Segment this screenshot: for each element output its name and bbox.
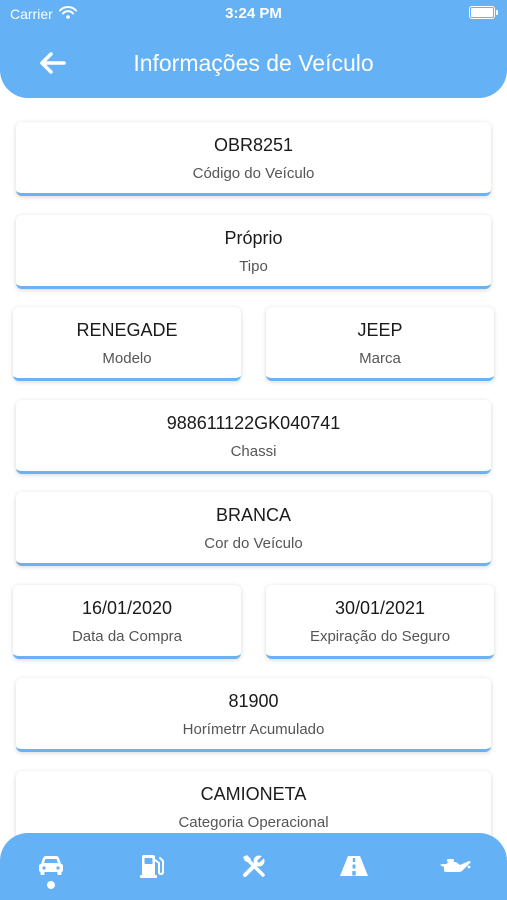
brand-value: JEEP: [357, 320, 403, 340]
purchase-date-value: 16/01/2020: [81, 598, 173, 618]
model-label: Modelo: [102, 350, 152, 367]
color-value: BRANCA: [215, 505, 291, 525]
tab-oil[interactable]: [437, 851, 473, 881]
oil-can-icon: [440, 859, 471, 872]
bottom-tab-bar: [0, 833, 507, 900]
chassis-value: 988611122GK040741: [166, 413, 341, 433]
chassis-label: Chassi: [230, 443, 277, 460]
tab-fuel[interactable]: [134, 851, 170, 881]
hour-meter-value: 81900: [228, 691, 279, 711]
purchase-date-label: Data da Compra: [71, 628, 183, 645]
fuel-pump-icon: [140, 855, 164, 878]
page-title: Informações de Veículo: [133, 50, 374, 76]
card-insurance-expiration: 30/01/2021 Expiração do Seguro: [266, 585, 494, 659]
card-brand: JEEP Marca: [266, 307, 494, 381]
type-value: Próprio: [224, 228, 283, 248]
tab-maintenance[interactable]: [236, 851, 272, 881]
card-type: Próprio Tipo: [16, 215, 491, 289]
road-icon: [340, 856, 368, 876]
type-label: Tipo: [239, 258, 268, 275]
card-color: BRANCA Cor do Veículo: [16, 492, 491, 566]
tab-road[interactable]: [336, 851, 372, 881]
tab-vehicle[interactable]: [33, 851, 69, 881]
brand-label: Marca: [359, 350, 401, 367]
color-label: Cor do Veículo: [204, 535, 303, 552]
tools-icon: [243, 853, 267, 877]
card-vehicle-code: OBR8251 Código do Veículo: [16, 122, 491, 196]
operational-category-value: CAMIONETA: [200, 784, 307, 804]
card-purchase-date: 16/01/2020 Data da Compra: [13, 585, 241, 659]
card-model: RENEGADE Modelo: [13, 307, 241, 381]
card-hour-meter: 81900 Horímetrr Acumulado: [16, 678, 491, 752]
insurance-expiration-label: Expiração do Seguro: [309, 628, 451, 645]
operational-category-label: Categoria Operacional: [178, 814, 329, 831]
app-header: Carrier 3:24 PM Informações de Veículo: [0, 0, 507, 98]
battery-icon: [469, 6, 498, 19]
status-time: 3:24 PM: [225, 5, 282, 22]
insurance-expiration-value: 30/01/2021: [334, 598, 426, 618]
vehicle-code-value: OBR8251: [213, 135, 294, 155]
active-tab-indicator: [47, 881, 55, 889]
car-icon: [39, 856, 63, 875]
card-chassis: 988611122GK040741 Chassi: [16, 400, 491, 474]
hour-meter-label: Horímetrr Acumulado: [182, 721, 325, 738]
model-value: RENEGADE: [76, 320, 178, 340]
vehicle-code-label: Código do Veículo: [192, 165, 315, 182]
